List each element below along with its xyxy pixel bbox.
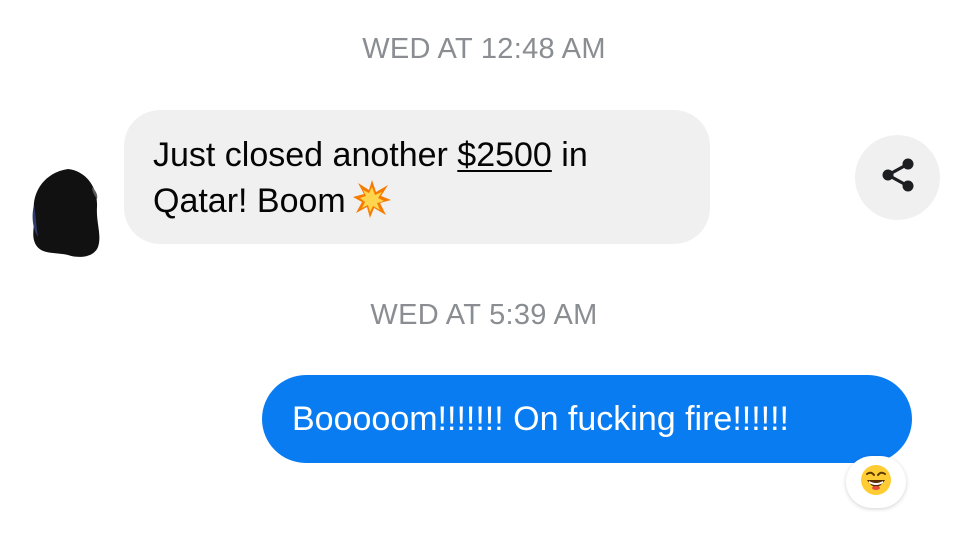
share-button[interactable]: [855, 135, 940, 220]
collision-icon: [352, 179, 392, 219]
incoming-message-bubble[interactable]: Just closed another $2500 in Qatar! Boom: [124, 110, 710, 244]
timestamp-2: WED AT 5:39 AM: [370, 299, 598, 331]
message-reaction[interactable]: [846, 456, 906, 508]
outgoing-message-bubble[interactable]: Booooom!!!!!!! On fucking fire!!!!!!: [262, 375, 912, 463]
timestamp-1: WED AT 12:48 AM: [362, 33, 606, 65]
incoming-message-text-part1: Just closed another: [153, 136, 458, 174]
laughing-face-icon: [859, 463, 893, 502]
amount-link[interactable]: $2500: [457, 136, 552, 174]
sender-avatar-redacted[interactable]: [28, 165, 102, 259]
outgoing-message-text: Booooom!!!!!!! On fucking fire!!!!!!: [292, 400, 790, 438]
share-icon: [878, 155, 918, 200]
